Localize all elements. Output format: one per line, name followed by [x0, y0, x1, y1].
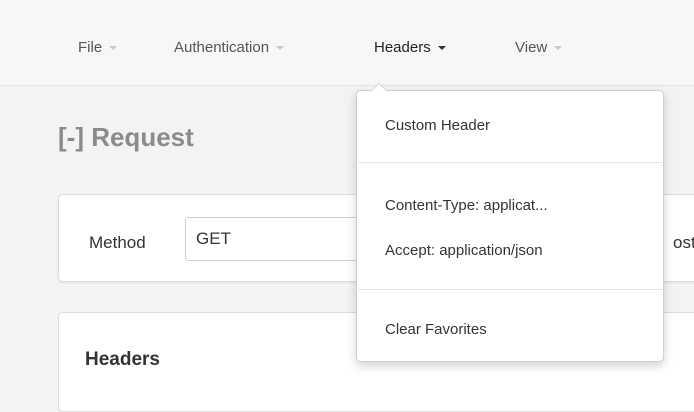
dropdown-arrow [371, 83, 387, 91]
chevron-down-icon [554, 45, 563, 50]
menu-item-accept[interactable]: Accept: application/json [385, 242, 543, 259]
nav-menu-file[interactable]: File [78, 36, 118, 58]
host-label: ost: [673, 233, 694, 252]
nav-menu-headers-label: Headers [374, 38, 431, 56]
nav-menu-file-label: File [78, 38, 103, 56]
nav-menu-authentication[interactable]: Authentication [174, 36, 285, 58]
chevron-down-icon [109, 45, 118, 50]
chevron-down-icon [276, 45, 285, 50]
method-label: Method [89, 233, 146, 252]
headers-title: Headers [85, 349, 160, 370]
menu-divider [358, 162, 662, 163]
request-section-toggle[interactable]: [-] Request [58, 122, 194, 153]
menu-divider [358, 289, 662, 290]
method-input[interactable] [185, 217, 385, 261]
menu-item-clear-favorites[interactable]: Clear Favorites [385, 321, 487, 338]
chevron-down-icon [437, 45, 446, 50]
nav-menu-headers[interactable]: Headers [374, 36, 446, 58]
nav-menu-view[interactable]: View [515, 36, 563, 58]
top-navbar: File Authentication Headers View [0, 0, 694, 86]
nav-menu-view-label: View [515, 38, 548, 56]
headers-dropdown-menu: Custom Header Content-Type: applicat... … [356, 83, 664, 362]
menu-item-content-type[interactable]: Content-Type: applicat... [385, 197, 548, 214]
menu-item-custom-header[interactable]: Custom Header [385, 117, 490, 134]
nav-menu-authentication-label: Authentication [174, 38, 270, 56]
